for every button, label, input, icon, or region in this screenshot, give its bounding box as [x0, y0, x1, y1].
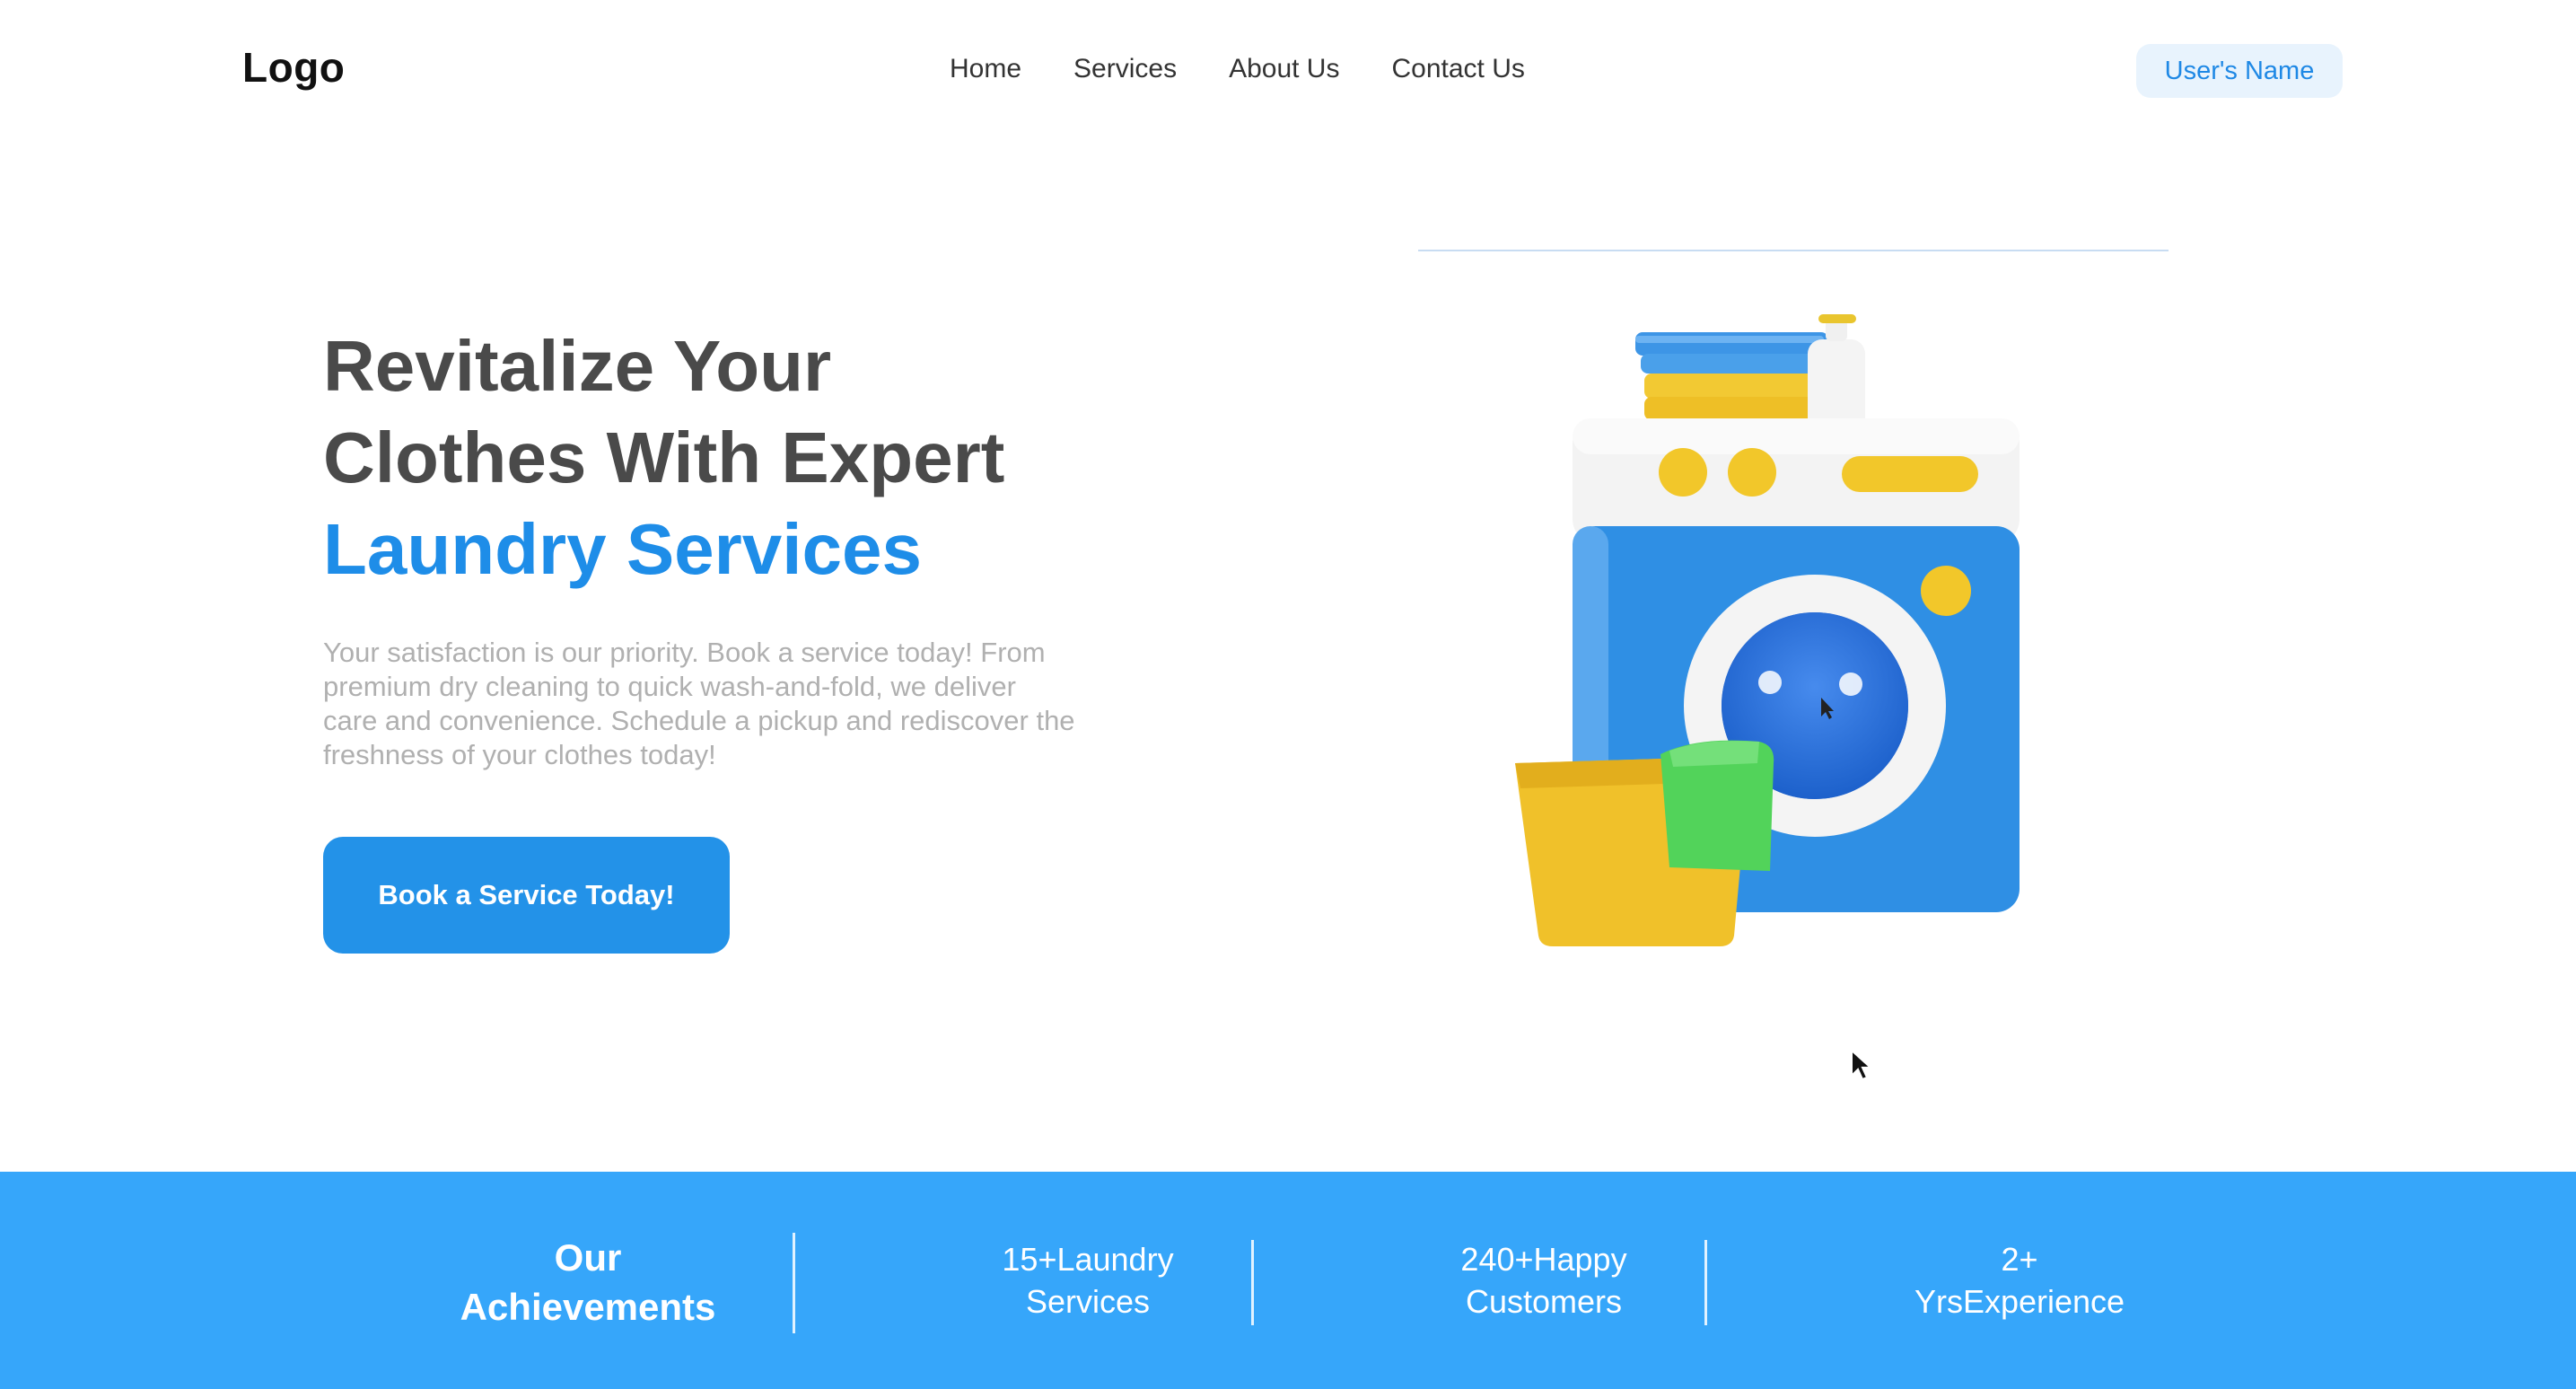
nav-services-link[interactable]: Services: [1073, 54, 1177, 84]
achievements-band: Our Achievements 15+Laundry Services 240…: [0, 1172, 2576, 1389]
landing-page: Logo Home Services About Us Contact Us U…: [0, 0, 2576, 1389]
stat-years-experience: 2+ YrsExperience: [1885, 1238, 2154, 1323]
washing-machine-illustration: [1515, 314, 2020, 946]
stat-value: 15+Laundry: [1002, 1241, 1174, 1278]
user-name-button[interactable]: User's Name: [2136, 44, 2343, 98]
achievements-divider: [793, 1233, 795, 1333]
stat-label: Services: [1025, 1283, 1151, 1320]
stat-value: 240+Happy: [1460, 1241, 1627, 1278]
stat-label: Customers: [1465, 1283, 1623, 1320]
nav-contact-link[interactable]: Contact Us: [1391, 54, 1524, 84]
achievements-title-line-2: Achievements: [460, 1286, 716, 1328]
stat-divider: [1251, 1240, 1254, 1325]
hero-description: Your satisfaction is our priority. Book …: [323, 637, 1075, 770]
nav-about-link[interactable]: About Us: [1229, 54, 1339, 84]
stat-label: YrsExperience: [1914, 1283, 2125, 1320]
hero-divider-line: [1418, 250, 2169, 251]
hero-title-highlight: Laundry Services: [323, 509, 922, 589]
hero-title-line-2: Clothes With Expert: [323, 418, 1005, 497]
hero-title-line-1: Revitalize Your: [323, 326, 832, 406]
stat-laundry-services: 15+Laundry Services: [953, 1238, 1222, 1323]
book-service-button[interactable]: Book a Service Today!: [323, 837, 730, 954]
achievements-title-line-1: Our: [554, 1236, 622, 1279]
logo[interactable]: Logo: [242, 43, 345, 92]
main-nav: Home Services About Us Contact Us: [950, 54, 1525, 84]
achievements-title: Our Achievements: [413, 1233, 763, 1332]
mouse-cursor-icon: [1851, 1049, 1873, 1081]
stat-happy-customers: 240+Happy Customers: [1409, 1238, 1678, 1323]
stat-value: 2+: [2001, 1241, 2038, 1278]
nav-home-link[interactable]: Home: [950, 54, 1021, 84]
stat-divider: [1704, 1240, 1707, 1325]
